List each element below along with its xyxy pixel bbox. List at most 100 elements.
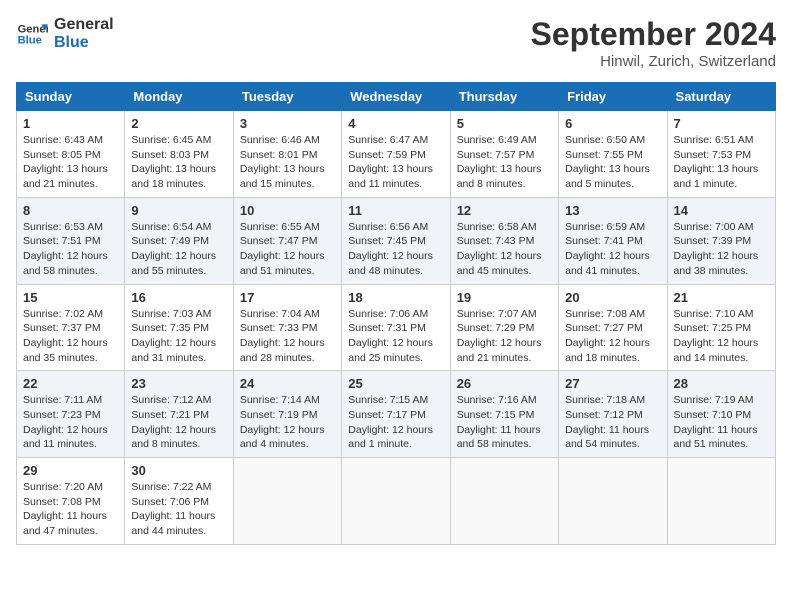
- day-cell: 30 Sunrise: 7:22 AMSunset: 7:06 PMDaylig…: [125, 458, 233, 545]
- day-cell: 23 Sunrise: 7:12 AMSunset: 7:21 PMDaylig…: [125, 371, 233, 458]
- day-cell: 6 Sunrise: 6:50 AMSunset: 7:55 PMDayligh…: [559, 111, 667, 198]
- day-cell: 5 Sunrise: 6:49 AMSunset: 7:57 PMDayligh…: [450, 111, 558, 198]
- day-number: 13: [565, 203, 660, 218]
- day-number: 4: [348, 116, 443, 131]
- day-cell: 12 Sunrise: 6:58 AMSunset: 7:43 PMDaylig…: [450, 197, 558, 284]
- day-cell: 2 Sunrise: 6:45 AMSunset: 8:03 PMDayligh…: [125, 111, 233, 198]
- day-info: Sunrise: 6:58 AMSunset: 7:43 PMDaylight:…: [457, 220, 552, 279]
- day-cell: 18 Sunrise: 7:06 AMSunset: 7:31 PMDaylig…: [342, 284, 450, 371]
- day-number: 6: [565, 116, 660, 131]
- col-header-sunday: Sunday: [17, 83, 125, 111]
- day-cell: [233, 458, 341, 545]
- day-cell: 20 Sunrise: 7:08 AMSunset: 7:27 PMDaylig…: [559, 284, 667, 371]
- day-number: 7: [674, 116, 769, 131]
- day-cell: 1 Sunrise: 6:43 AMSunset: 8:05 PMDayligh…: [17, 111, 125, 198]
- day-cell: 29 Sunrise: 7:20 AMSunset: 7:08 PMDaylig…: [17, 458, 125, 545]
- day-cell: [342, 458, 450, 545]
- day-cell: [450, 458, 558, 545]
- day-info: Sunrise: 7:06 AMSunset: 7:31 PMDaylight:…: [348, 307, 443, 366]
- day-info: Sunrise: 7:11 AMSunset: 7:23 PMDaylight:…: [23, 393, 118, 452]
- week-row-2: 8 Sunrise: 6:53 AMSunset: 7:51 PMDayligh…: [17, 197, 776, 284]
- col-header-saturday: Saturday: [667, 83, 775, 111]
- day-info: Sunrise: 7:07 AMSunset: 7:29 PMDaylight:…: [457, 307, 552, 366]
- month-title: September 2024: [531, 16, 776, 53]
- day-number: 24: [240, 376, 335, 391]
- day-number: 1: [23, 116, 118, 131]
- day-info: Sunrise: 6:56 AMSunset: 7:45 PMDaylight:…: [348, 220, 443, 279]
- day-number: 12: [457, 203, 552, 218]
- logo-blue: Blue: [54, 34, 114, 52]
- col-header-tuesday: Tuesday: [233, 83, 341, 111]
- logo-icon: General Blue: [16, 18, 48, 50]
- day-number: 3: [240, 116, 335, 131]
- day-cell: 25 Sunrise: 7:15 AMSunset: 7:17 PMDaylig…: [342, 371, 450, 458]
- day-number: 15: [23, 290, 118, 305]
- day-info: Sunrise: 6:46 AMSunset: 8:01 PMDaylight:…: [240, 133, 335, 192]
- day-info: Sunrise: 6:43 AMSunset: 8:05 PMDaylight:…: [23, 133, 118, 192]
- day-number: 10: [240, 203, 335, 218]
- day-info: Sunrise: 6:51 AMSunset: 7:53 PMDaylight:…: [674, 133, 769, 192]
- day-info: Sunrise: 7:12 AMSunset: 7:21 PMDaylight:…: [131, 393, 226, 452]
- day-number: 8: [23, 203, 118, 218]
- day-info: Sunrise: 7:00 AMSunset: 7:39 PMDaylight:…: [674, 220, 769, 279]
- day-number: 18: [348, 290, 443, 305]
- day-number: 9: [131, 203, 226, 218]
- day-cell: 24 Sunrise: 7:14 AMSunset: 7:19 PMDaylig…: [233, 371, 341, 458]
- day-number: 17: [240, 290, 335, 305]
- day-number: 20: [565, 290, 660, 305]
- day-number: 25: [348, 376, 443, 391]
- day-cell: 17 Sunrise: 7:04 AMSunset: 7:33 PMDaylig…: [233, 284, 341, 371]
- day-number: 29: [23, 463, 118, 478]
- day-number: 2: [131, 116, 226, 131]
- svg-text:Blue: Blue: [18, 34, 42, 46]
- week-row-5: 29 Sunrise: 7:20 AMSunset: 7:08 PMDaylig…: [17, 458, 776, 545]
- day-info: Sunrise: 7:03 AMSunset: 7:35 PMDaylight:…: [131, 307, 226, 366]
- day-cell: 9 Sunrise: 6:54 AMSunset: 7:49 PMDayligh…: [125, 197, 233, 284]
- day-number: 5: [457, 116, 552, 131]
- day-info: Sunrise: 6:59 AMSunset: 7:41 PMDaylight:…: [565, 220, 660, 279]
- day-number: 23: [131, 376, 226, 391]
- day-number: 19: [457, 290, 552, 305]
- col-header-friday: Friday: [559, 83, 667, 111]
- day-cell: [667, 458, 775, 545]
- col-header-monday: Monday: [125, 83, 233, 111]
- day-cell: 10 Sunrise: 6:55 AMSunset: 7:47 PMDaylig…: [233, 197, 341, 284]
- day-cell: 22 Sunrise: 7:11 AMSunset: 7:23 PMDaylig…: [17, 371, 125, 458]
- location-title: Hinwil, Zurich, Switzerland: [531, 53, 776, 70]
- calendar-table: SundayMondayTuesdayWednesdayThursdayFrid…: [16, 82, 776, 545]
- day-cell: 21 Sunrise: 7:10 AMSunset: 7:25 PMDaylig…: [667, 284, 775, 371]
- day-info: Sunrise: 6:47 AMSunset: 7:59 PMDaylight:…: [348, 133, 443, 192]
- day-info: Sunrise: 7:19 AMSunset: 7:10 PMDaylight:…: [674, 393, 769, 452]
- col-header-thursday: Thursday: [450, 83, 558, 111]
- day-cell: 7 Sunrise: 6:51 AMSunset: 7:53 PMDayligh…: [667, 111, 775, 198]
- header-row: SundayMondayTuesdayWednesdayThursdayFrid…: [17, 83, 776, 111]
- day-info: Sunrise: 7:20 AMSunset: 7:08 PMDaylight:…: [23, 480, 118, 539]
- header: General Blue General Blue September 2024…: [16, 16, 776, 70]
- day-cell: 27 Sunrise: 7:18 AMSunset: 7:12 PMDaylig…: [559, 371, 667, 458]
- logo-general: General: [54, 16, 114, 34]
- day-info: Sunrise: 7:14 AMSunset: 7:19 PMDaylight:…: [240, 393, 335, 452]
- logo: General Blue General Blue: [16, 16, 114, 51]
- day-info: Sunrise: 7:08 AMSunset: 7:27 PMDaylight:…: [565, 307, 660, 366]
- day-number: 11: [348, 203, 443, 218]
- day-cell: 28 Sunrise: 7:19 AMSunset: 7:10 PMDaylig…: [667, 371, 775, 458]
- day-info: Sunrise: 7:10 AMSunset: 7:25 PMDaylight:…: [674, 307, 769, 366]
- day-info: Sunrise: 6:54 AMSunset: 7:49 PMDaylight:…: [131, 220, 226, 279]
- day-number: 26: [457, 376, 552, 391]
- day-cell: 4 Sunrise: 6:47 AMSunset: 7:59 PMDayligh…: [342, 111, 450, 198]
- day-number: 28: [674, 376, 769, 391]
- day-cell: 15 Sunrise: 7:02 AMSunset: 7:37 PMDaylig…: [17, 284, 125, 371]
- day-cell: 3 Sunrise: 6:46 AMSunset: 8:01 PMDayligh…: [233, 111, 341, 198]
- day-cell: 11 Sunrise: 6:56 AMSunset: 7:45 PMDaylig…: [342, 197, 450, 284]
- day-info: Sunrise: 7:18 AMSunset: 7:12 PMDaylight:…: [565, 393, 660, 452]
- week-row-1: 1 Sunrise: 6:43 AMSunset: 8:05 PMDayligh…: [17, 111, 776, 198]
- day-number: 22: [23, 376, 118, 391]
- week-row-3: 15 Sunrise: 7:02 AMSunset: 7:37 PMDaylig…: [17, 284, 776, 371]
- day-cell: 8 Sunrise: 6:53 AMSunset: 7:51 PMDayligh…: [17, 197, 125, 284]
- title-area: September 2024 Hinwil, Zurich, Switzerla…: [531, 16, 776, 70]
- day-cell: 13 Sunrise: 6:59 AMSunset: 7:41 PMDaylig…: [559, 197, 667, 284]
- col-header-wednesday: Wednesday: [342, 83, 450, 111]
- day-number: 14: [674, 203, 769, 218]
- day-info: Sunrise: 6:50 AMSunset: 7:55 PMDaylight:…: [565, 133, 660, 192]
- day-info: Sunrise: 7:16 AMSunset: 7:15 PMDaylight:…: [457, 393, 552, 452]
